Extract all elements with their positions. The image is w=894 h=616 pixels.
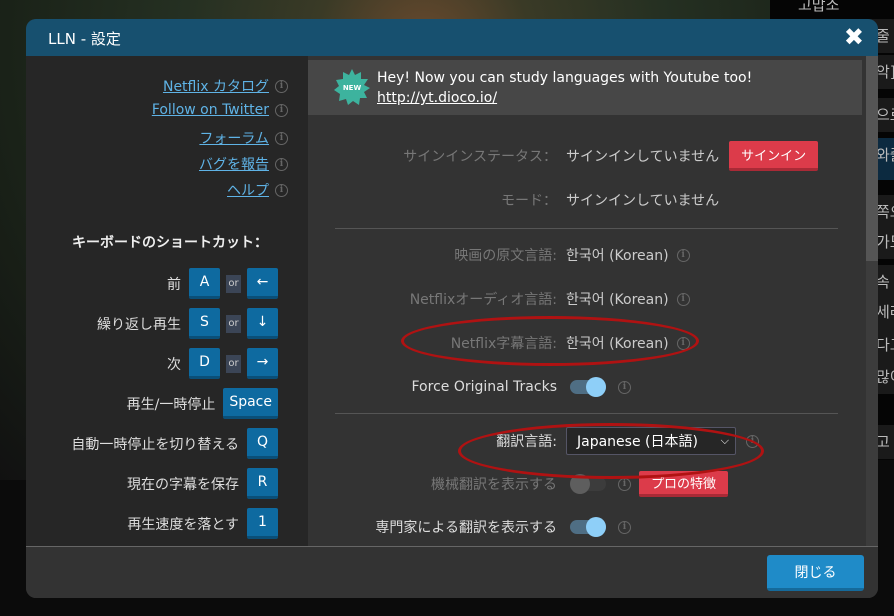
shortcut-label: 再生速度を落とす — [127, 516, 239, 533]
info-icon[interactable]: i — [676, 292, 690, 306]
force-tracks-label: Force Original Tracks — [411, 379, 558, 395]
signin-status-label: サインインステータス： — [403, 149, 557, 165]
shortcuts-title: キーボードのショートカット： — [72, 235, 268, 251]
modal-header: LLN - 設定 ✖ — [26, 19, 878, 56]
shortcut-label: 自動一時停止を切り替える — [71, 436, 239, 453]
scrollbar[interactable] — [866, 56, 878, 546]
key: Q — [247, 428, 278, 459]
audio-lang-label: Netflixオーディオ言語: — [409, 292, 557, 308]
close-x-icon[interactable]: ✖ — [844, 23, 864, 51]
or-label: or — [226, 274, 241, 293]
settings-panel: NEW Hey! Now you can study languages wit… — [308, 56, 878, 546]
key: ← — [247, 268, 278, 299]
info-icon[interactable]: i — [618, 520, 631, 534]
link-help[interactable]: ヘルプ — [227, 180, 269, 200]
shortcut-row: 次 Dor → — [167, 348, 278, 379]
original-lang-value: 한국어 (Korean) — [566, 248, 669, 264]
shortcut-label: 現在の字幕を保存 — [127, 476, 239, 493]
key: D — [189, 348, 220, 379]
scrollbar-thumb[interactable] — [866, 56, 878, 261]
info-icon[interactable]: i — [618, 477, 631, 491]
info-icon[interactable]: i — [275, 79, 288, 93]
machine-translation-toggle[interactable] — [570, 474, 606, 494]
link-follow-twitter[interactable]: Follow on Twitter — [152, 102, 269, 118]
shortcut-row: 自動一時停止を切り替える Q — [71, 428, 278, 459]
shortcut-row: 前 Aor ← — [167, 268, 278, 299]
banner-link[interactable]: http://yt.dioco.io/ — [377, 90, 497, 106]
link-forum[interactable]: フォーラム — [199, 128, 269, 148]
news-banner: NEW Hey! Now you can study languages wit… — [308, 60, 862, 115]
signin-status-value: サインインしていません — [566, 149, 720, 165]
machine-translation-label: 機械翻訳を表示する — [431, 477, 557, 493]
svg-text:NEW: NEW — [343, 84, 362, 92]
shortcut-row: 現在の字幕を保存 R — [127, 468, 278, 499]
close-button[interactable]: 閉じる — [767, 555, 864, 591]
info-icon[interactable]: i — [275, 131, 288, 145]
shortcut-row: 再生速度を落とす 1 — [127, 508, 278, 539]
info-icon[interactable]: i — [275, 183, 288, 197]
key: 1 — [247, 508, 278, 539]
mode-label: モード： — [501, 193, 557, 209]
divider — [335, 228, 838, 229]
key: ↓ — [247, 308, 278, 339]
annotation-ellipse — [458, 423, 764, 479]
mode-value: サインインしていません — [566, 193, 720, 209]
key: → — [247, 348, 278, 379]
new-badge-icon: NEW — [334, 69, 370, 105]
expert-translation-toggle[interactable] — [570, 517, 606, 537]
shortcut-label: 前 — [167, 276, 181, 293]
force-tracks-toggle[interactable] — [570, 377, 606, 397]
left-panel: Netflix カタログ i Follow on Twitter i フォーラム i … — [26, 56, 308, 546]
modal-footer: 閉じる — [26, 546, 878, 598]
signin-button[interactable]: サインイン — [729, 141, 819, 171]
audio-lang-value: 한국어 (Korean) — [566, 292, 669, 308]
settings-modal: LLN - 設定 ✖ Netflix カタログ i Follow on Twitt… — [26, 19, 878, 598]
key: R — [247, 468, 278, 499]
banner-text: Hey! Now you can study languages with Yo… — [377, 70, 753, 86]
expert-translation-label: 専門家による翻訳を表示する — [375, 520, 557, 536]
shortcut-row: 再生/一時停止 Space — [127, 388, 278, 419]
info-icon[interactable]: i — [676, 248, 690, 262]
annotation-ellipse — [401, 316, 699, 366]
info-icon[interactable]: i — [618, 380, 631, 394]
modal-title: LLN - 設定 — [48, 30, 121, 48]
key: S — [189, 308, 220, 339]
key: A — [189, 268, 220, 299]
shortcut-label: 次 — [167, 356, 181, 373]
link-netflix-catalog[interactable]: Netflix カタログ — [163, 76, 269, 96]
or-label: or — [226, 314, 241, 333]
link-report-bug[interactable]: バグを報告 — [199, 154, 269, 174]
key: Space — [223, 388, 278, 419]
divider — [335, 413, 838, 414]
or-label: or — [226, 354, 241, 373]
shortcut-row: 繰り返し再生 Sor ↓ — [97, 308, 278, 339]
shortcut-label: 繰り返し再生 — [97, 316, 181, 333]
original-lang-label: 映画の原文言語: — [454, 248, 557, 264]
info-icon[interactable]: i — [275, 103, 288, 117]
info-icon[interactable]: i — [275, 157, 288, 171]
shortcut-label: 再生/一時停止 — [126, 396, 216, 413]
